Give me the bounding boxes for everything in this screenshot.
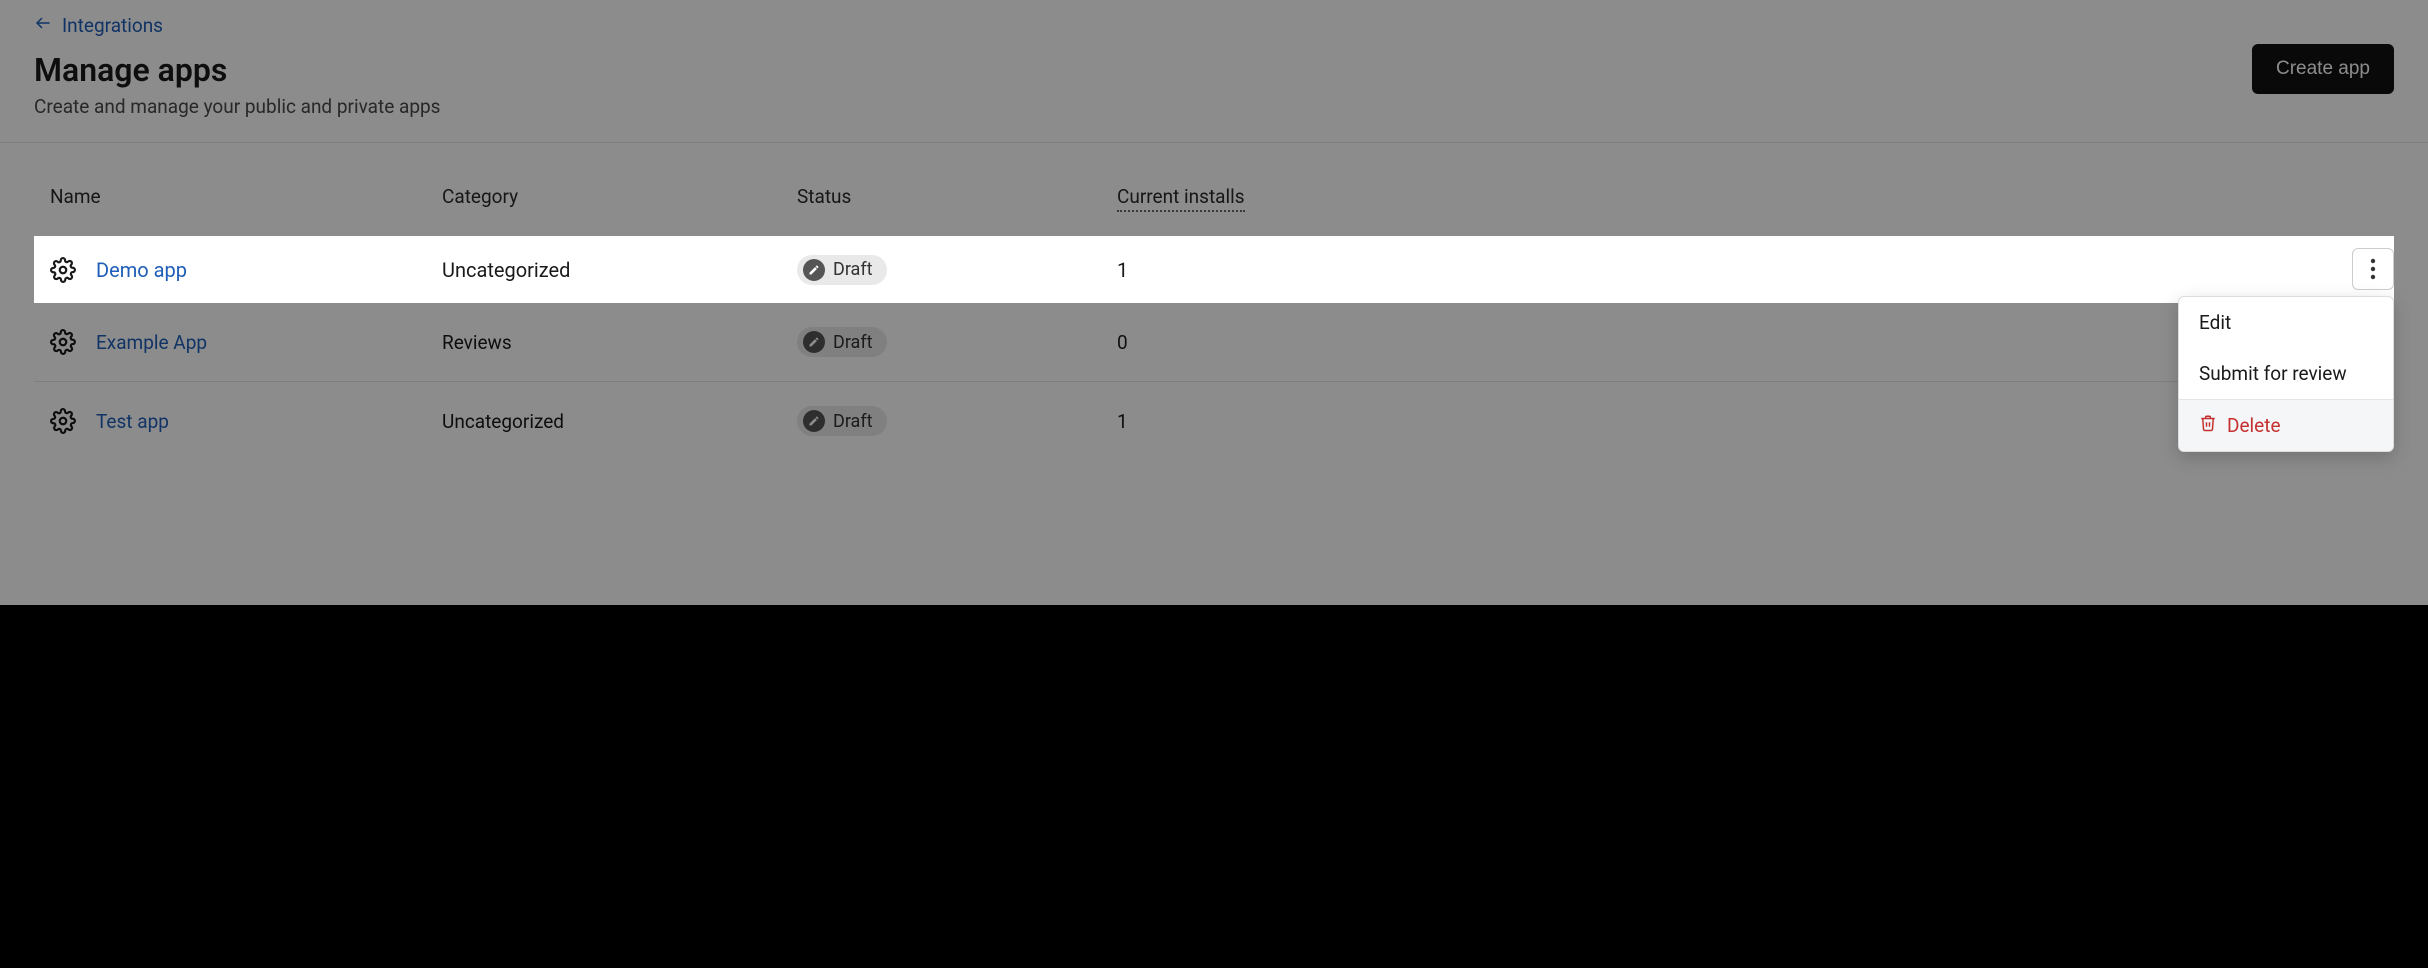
gear-icon [50, 408, 76, 434]
arrow-left-icon [34, 14, 52, 37]
app-installs: 1 [1117, 410, 2298, 433]
app-category: Uncategorized [442, 258, 797, 282]
col-head-category: Category [442, 185, 797, 208]
app-name-link[interactable]: Example App [96, 331, 207, 354]
table-header-row: Name Category Status Current installs [34, 173, 2394, 224]
pencil-icon [803, 259, 825, 281]
page-subtitle: Create and manage your public and privat… [34, 95, 440, 118]
col-head-name: Name [50, 185, 442, 208]
breadcrumb-integrations[interactable]: Integrations [34, 14, 440, 37]
page-title: Manage apps [34, 51, 440, 89]
app-installs: 0 [1117, 331, 2298, 354]
highlighted-row: Demo app Uncategorized Draft 1 [34, 236, 2394, 303]
pencil-icon [803, 331, 825, 353]
menu-item-delete[interactable]: Delete [2179, 400, 2393, 451]
status-badge: Draft [797, 406, 887, 436]
row-actions-menu: Edit Submit for review Delete [2178, 296, 2394, 452]
status-badge: Draft [797, 327, 887, 357]
row-actions-button-open[interactable] [2352, 248, 2394, 290]
gear-icon [50, 257, 76, 283]
app-category: Reviews [442, 331, 797, 354]
table-row: Test app Uncategorized Draft 1 [34, 382, 2394, 460]
status-badge: Draft [797, 255, 887, 285]
app-category: Uncategorized [442, 410, 797, 433]
page-header: Integrations Manage apps Create and mana… [0, 0, 2428, 143]
trash-icon [2199, 414, 2217, 437]
col-head-status: Status [797, 185, 1117, 208]
app-installs: 1 [1117, 258, 2298, 282]
menu-item-submit[interactable]: Submit for review [2179, 348, 2393, 399]
pencil-icon [803, 410, 825, 432]
table-row: Example App Reviews Draft 0 [34, 303, 2394, 382]
breadcrumb-label: Integrations [62, 14, 163, 37]
create-app-button[interactable]: Create app [2252, 44, 2394, 94]
menu-item-edit[interactable]: Edit [2179, 297, 2393, 348]
gear-icon [50, 329, 76, 355]
app-name-link[interactable]: Demo app [96, 258, 187, 282]
col-head-installs[interactable]: Current installs [1117, 185, 2298, 208]
app-name-link[interactable]: Test app [96, 410, 169, 433]
